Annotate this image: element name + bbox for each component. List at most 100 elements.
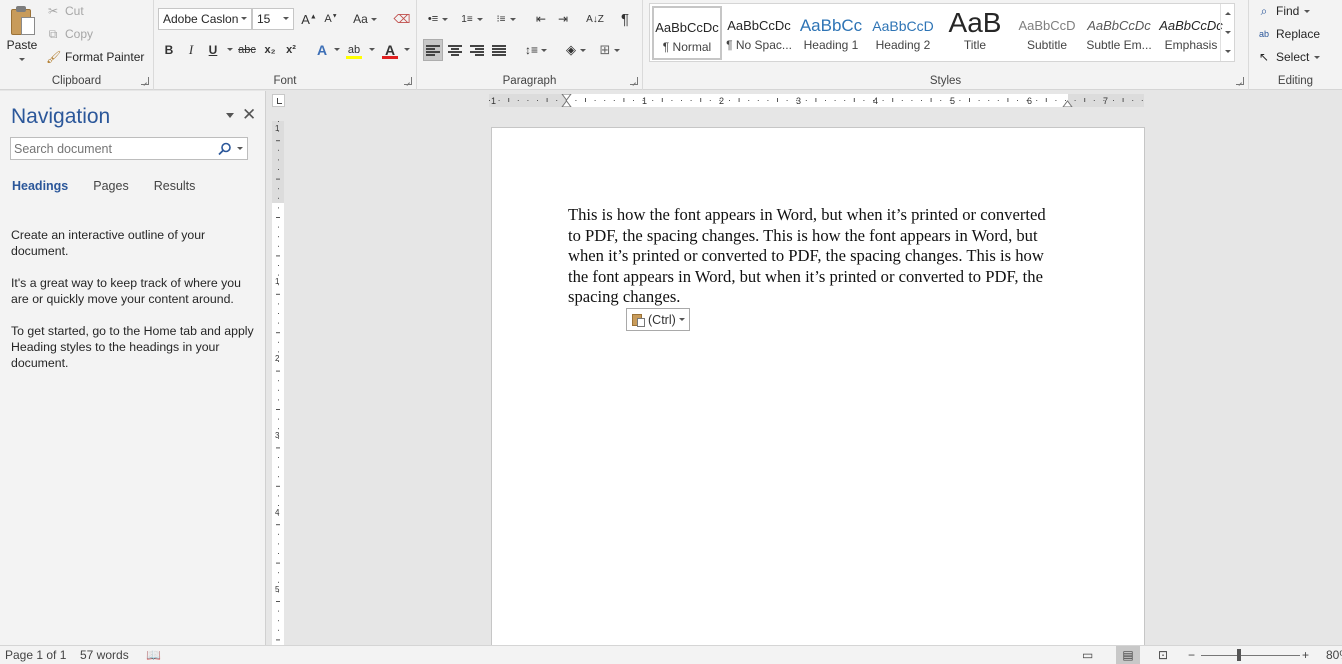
underline-button[interactable]: U	[204, 39, 222, 61]
underline-dropdown-icon[interactable]	[227, 48, 233, 51]
pane-options-icon[interactable]	[226, 113, 234, 118]
clear-formatting-button[interactable]: ⌫	[392, 8, 412, 30]
ruler-tick	[278, 629, 279, 631]
font-size-combo[interactable]: 15	[252, 8, 294, 30]
font-dialog-launcher-icon[interactable]	[404, 77, 412, 85]
subscript-button[interactable]: x₂	[261, 39, 279, 61]
font-color-dropdown-icon[interactable]	[404, 48, 410, 51]
increase-indent-button[interactable]: ⇥	[553, 8, 573, 30]
paste-dropdown-icon[interactable]	[19, 58, 25, 62]
align-right-button[interactable]	[467, 39, 487, 61]
bold-button[interactable]: B	[160, 39, 178, 61]
zoom-in-icon[interactable]: +	[1302, 648, 1309, 662]
ruler-label: 6	[1027, 96, 1032, 106]
change-case-button[interactable]: Aa	[350, 8, 380, 30]
horizontal-ruler[interactable]: 1 1 2 3 4 5 6 7	[489, 94, 1144, 107]
strikethrough-button[interactable]: abc	[236, 39, 258, 61]
web-layout-icon[interactable]: ⊡	[1158, 648, 1168, 662]
gallery-more-button[interactable]	[1221, 42, 1234, 61]
ruler-label: 5	[275, 585, 280, 594]
zoom-level[interactable]: 80%	[1326, 648, 1342, 662]
ruler-tick	[969, 98, 970, 102]
cut-button[interactable]: ✂ Cut	[46, 1, 84, 21]
highlight-dropdown-icon[interactable]	[369, 48, 375, 51]
text-effects-dropdown-icon[interactable]	[334, 48, 340, 51]
document-page[interactable]: This is how the font appears in Word, bu…	[491, 127, 1145, 657]
tab-results[interactable]: Results	[154, 179, 196, 193]
style-heading-2[interactable]: AaBbCcD Heading 2	[868, 6, 938, 60]
paste-button[interactable]: Paste	[4, 3, 40, 67]
copy-label: Copy	[65, 27, 94, 41]
sort-button[interactable]: A↓Z	[585, 8, 605, 30]
word-count[interactable]: 57 words	[80, 648, 129, 662]
font-color-button[interactable]: A	[380, 39, 400, 61]
clipboard-dialog-launcher-icon[interactable]	[141, 77, 149, 85]
print-layout-icon[interactable]: ▤	[1116, 646, 1140, 664]
ruler-tick	[623, 98, 625, 102]
ruler-tick	[278, 553, 279, 554]
style-normal[interactable]: AaBbCcDc ¶ Normal	[652, 6, 722, 60]
bullets-button[interactable]: •≡	[423, 8, 453, 30]
zoom-slider-track[interactable]	[1201, 655, 1300, 656]
gallery-up-button[interactable]	[1221, 4, 1234, 23]
page-count[interactable]: Page 1 of 1	[5, 648, 66, 662]
style-heading-1[interactable]: AaBbCc Heading 1	[796, 6, 866, 60]
tab-pages[interactable]: Pages	[93, 179, 128, 193]
style-emphasis[interactable]: AaBbCcDc Emphasis	[1156, 6, 1226, 60]
tab-headings[interactable]: Headings	[12, 179, 68, 193]
font-name-combo[interactable]: Adobe Caslon	[158, 8, 252, 30]
format-painter-button[interactable]: 🖌 Format Painter	[46, 47, 144, 67]
replace-button[interactable]: ab Replace	[1257, 24, 1320, 44]
find-button[interactable]: ⌕ Find	[1257, 1, 1311, 21]
tab-selector[interactable]	[272, 94, 285, 107]
ruler-label: 3	[275, 431, 280, 440]
align-left-button[interactable]	[423, 39, 443, 61]
ruler-tick	[278, 351, 279, 353]
ruler-tick	[777, 98, 778, 102]
grow-font-button[interactable]: A▲	[300, 8, 318, 30]
copy-button[interactable]: ⧉ Copy	[46, 24, 93, 44]
styles-dialog-launcher-icon[interactable]	[1236, 77, 1244, 85]
superscript-button[interactable]: x²	[282, 39, 300, 61]
gallery-down-button[interactable]	[1221, 23, 1234, 42]
text-effects-button[interactable]: A	[312, 39, 332, 61]
multilevel-list-button[interactable]: ⁝≡	[491, 8, 521, 30]
search-icon[interactable]	[218, 142, 232, 156]
italic-button[interactable]: I	[182, 39, 200, 61]
document-body-text[interactable]: This is how the font appears in Word, bu…	[568, 205, 1062, 308]
style-subtitle[interactable]: AaBbCcD Subtitle	[1012, 6, 1082, 60]
read-mode-icon[interactable]: ▭	[1082, 648, 1093, 662]
clipboard-group: Paste ✂ Cut ⧉ Copy 🖌 Format Painter Clip…	[0, 0, 154, 90]
close-icon[interactable]: ✕	[242, 105, 256, 125]
paragraph-dialog-launcher-icon[interactable]	[630, 77, 638, 85]
align-center-button[interactable]	[445, 39, 465, 61]
search-options-icon[interactable]	[237, 147, 243, 150]
chevron-down-icon	[678, 318, 685, 321]
chevron-down-icon[interactable]	[283, 17, 289, 20]
style-name: ¶ No Spac...	[726, 38, 792, 52]
paste-options-button[interactable]: (Ctrl)	[626, 308, 690, 331]
search-input[interactable]	[11, 138, 207, 159]
chevron-down-icon[interactable]	[241, 17, 247, 20]
zoom-slider-thumb[interactable]	[1237, 649, 1241, 661]
style-no-spacing[interactable]: AaBbCcDc ¶ No Spac...	[724, 6, 794, 60]
ruler-tick	[834, 100, 836, 101]
ruler-tick	[1074, 100, 1076, 101]
decrease-indent-button[interactable]: ⇤	[531, 8, 551, 30]
numbering-button[interactable]: 1≡	[457, 8, 487, 30]
shrink-font-button[interactable]: A▼	[322, 8, 340, 30]
vertical-ruler[interactable]: 1 1 2 3 4 5	[272, 121, 284, 645]
borders-button[interactable]: ⊞	[595, 39, 625, 61]
line-spacing-button[interactable]: ↕≡	[521, 39, 551, 61]
highlight-button[interactable]: ab	[344, 39, 364, 61]
select-button[interactable]: ↖ Select	[1257, 47, 1321, 67]
style-subtle-emphasis[interactable]: AaBbCcDc Subtle Em...	[1084, 6, 1154, 60]
proofing-icon[interactable]: 📖	[146, 648, 161, 662]
zoom-out-icon[interactable]: −	[1188, 648, 1195, 662]
style-title[interactable]: AaB Title	[940, 6, 1010, 60]
ruler-tick	[278, 197, 279, 199]
ruler-label: 2	[719, 96, 724, 106]
shading-button[interactable]: ◈	[561, 39, 591, 61]
show-marks-button[interactable]: ¶	[615, 8, 635, 30]
justify-button[interactable]	[489, 39, 509, 61]
